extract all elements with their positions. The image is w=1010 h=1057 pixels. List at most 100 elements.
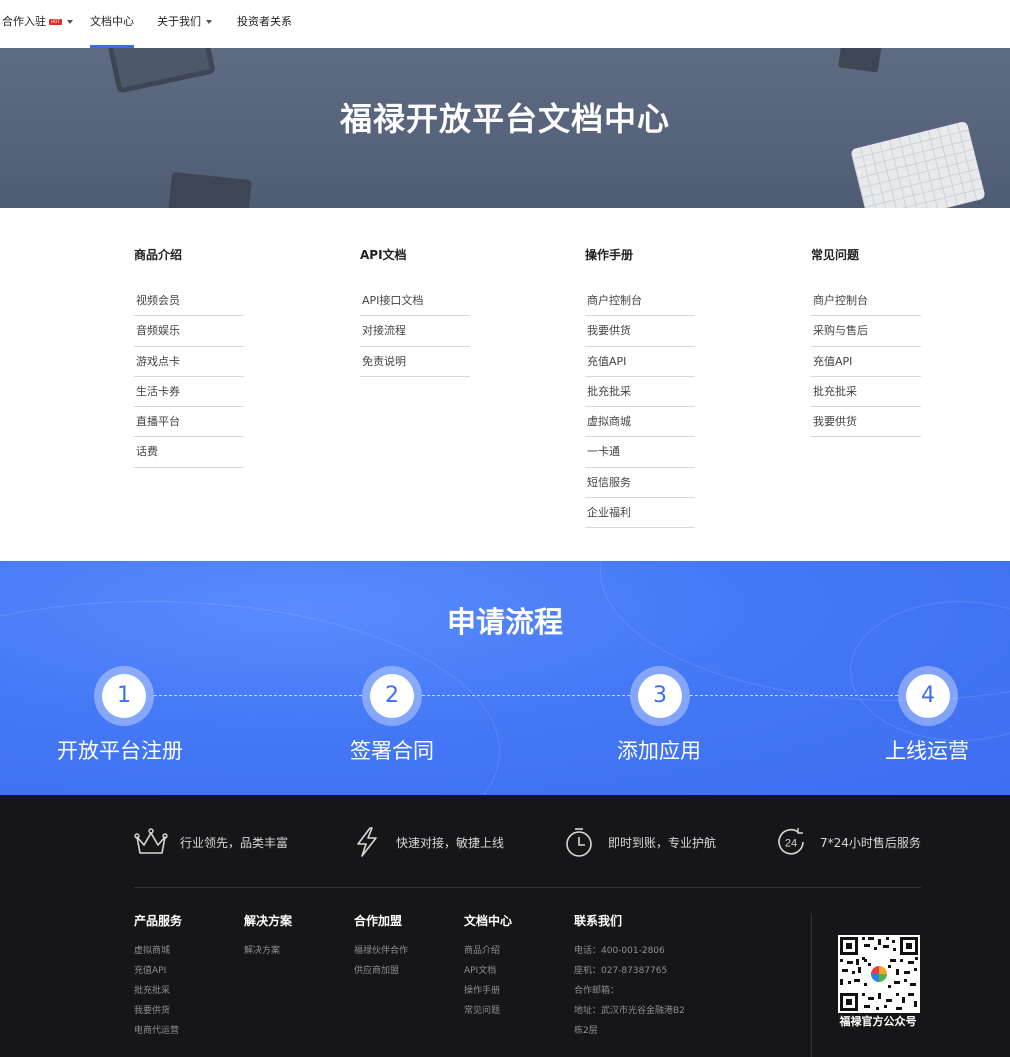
- caret-down-icon: [66, 20, 73, 24]
- footer-column-title: 产品服务: [134, 914, 183, 928]
- nav-label: 投资者关系: [237, 15, 292, 28]
- footer-link[interactable]: 解决方案: [244, 941, 292, 961]
- nav-label: 合作入驻: [2, 15, 46, 28]
- doc-link[interactable]: 游戏点卡: [134, 347, 244, 377]
- footer-link[interactable]: 我要供货: [134, 1001, 182, 1021]
- device-decoration: [168, 171, 252, 208]
- step-number-4: 4: [898, 666, 958, 726]
- nav-label: 文档中心: [90, 15, 134, 28]
- doc-link[interactable]: 商户控制台: [811, 286, 921, 317]
- doc-link[interactable]: 短信服务: [585, 468, 695, 499]
- footer-link[interactable]: 福禄伙伴合作: [354, 941, 408, 961]
- hero-title: 福禄开放平台文档中心: [339, 100, 670, 138]
- feature-text: 快速对接，敏捷上线: [396, 835, 505, 850]
- doc-link[interactable]: API接口文档: [360, 286, 470, 317]
- nav-item-about-us[interactable]: 关于我们: [157, 0, 212, 48]
- doc-link[interactable]: 直播平台: [134, 407, 244, 438]
- doc-link[interactable]: 对接流程: [360, 316, 470, 347]
- feature-item: 即时到账，专业护航: [562, 825, 716, 859]
- footer-link[interactable]: 虚拟商城: [134, 941, 182, 961]
- step-number: 4: [906, 674, 950, 718]
- footer-link[interactable]: 电商代运营: [134, 1021, 182, 1041]
- 24-hour-icon-text: 24: [785, 838, 797, 850]
- footer-column-docs: 文档中心 商品介绍 API文档 操作手册 常见问题: [464, 912, 512, 1021]
- footer-link[interactable]: API文档: [464, 961, 512, 981]
- doc-link[interactable]: 商户控制台: [585, 286, 695, 317]
- doc-column-faq: 常见问题 商户控制台 采购与售后 充值API 批充批采 我要供货: [811, 246, 921, 438]
- footer-column-title: 联系我们: [574, 914, 623, 928]
- step-number: 3: [638, 674, 682, 718]
- feature-text: 即时到账，专业护航: [608, 835, 717, 850]
- 24-hour-icon: 24: [778, 828, 804, 855]
- step-number-1: 1: [94, 666, 154, 726]
- nav-item-partner-join[interactable]: 合作入驻 HOT: [2, 0, 73, 48]
- step-label: 开放平台注册: [57, 739, 183, 763]
- step-label: 签署合同: [350, 739, 434, 763]
- doc-column-manual: 操作手册 商户控制台 我要供货 充值API 批充批采 虚拟商城 一卡通 短信服务…: [585, 246, 695, 529]
- doc-link[interactable]: 生活卡券: [134, 377, 244, 408]
- nav-item-doc-center[interactable]: 文档中心: [90, 0, 134, 48]
- step-connector: [422, 695, 630, 696]
- doc-column-title: API文档: [360, 248, 407, 262]
- doc-link[interactable]: 采购与售后: [811, 316, 921, 347]
- footer-vertical-divider: [811, 913, 812, 1057]
- hot-badge: HOT: [49, 19, 62, 25]
- doc-link[interactable]: 企业福利: [585, 498, 695, 529]
- contact-email: 合作邮箱：: [574, 986, 620, 996]
- doc-link[interactable]: 充值API: [811, 347, 921, 377]
- crown-icon: [134, 828, 168, 854]
- lightning-icon: [357, 827, 377, 857]
- doc-link[interactable]: 视频会员: [134, 286, 244, 317]
- qr-code: [838, 935, 920, 1013]
- doc-column-api-docs: API文档 API接口文档 对接流程 免责说明: [360, 246, 470, 377]
- doc-link[interactable]: 虚拟商城: [585, 407, 695, 438]
- doc-link[interactable]: 音频娱乐: [134, 316, 244, 347]
- doc-column-title: 商品介绍: [134, 248, 183, 262]
- footer-link[interactable]: 操作手册: [464, 981, 512, 1001]
- step-label: 上线运营: [885, 739, 969, 763]
- footer-column-title: 合作加盟: [354, 914, 403, 928]
- feature-text: 7*24小时售后服务: [820, 835, 921, 850]
- contact-phone: 电话：400-001-2806: [574, 946, 665, 956]
- footer-column-solutions: 解决方案 解决方案: [244, 912, 292, 961]
- step-number: 2: [370, 674, 414, 718]
- feature-text: 行业领先，品类丰富: [180, 835, 289, 850]
- process-title: 申请流程: [446, 605, 563, 639]
- footer-divider: [134, 887, 921, 888]
- doc-link[interactable]: 充值API: [585, 347, 695, 377]
- doc-categories: 商品介绍 视频会员 音频娱乐 游戏点卡 生活卡券 直播平台 话费 API文档 A…: [0, 208, 1010, 561]
- device-decoration: [838, 48, 882, 73]
- footer-column-title: 解决方案: [244, 914, 293, 928]
- qr-code-image: [838, 935, 920, 1013]
- step-number-3: 3: [630, 666, 690, 726]
- doc-link[interactable]: 话费: [134, 437, 244, 468]
- doc-link[interactable]: 免责说明: [360, 347, 470, 377]
- footer-link[interactable]: 供应商加盟: [354, 961, 408, 981]
- contact-address: 地址：武汉市光谷金融港B2: [574, 1006, 685, 1016]
- contact-landline: 座机：027-87387765: [574, 966, 668, 976]
- qr-caption: 福禄官方公众号: [839, 1015, 917, 1028]
- step-label: 添加应用: [617, 739, 701, 763]
- contact-address-cont: 栋2层: [574, 1026, 598, 1036]
- hero-banner: 福禄开放平台文档中心: [0, 48, 1010, 208]
- doc-column-title: 操作手册: [585, 248, 634, 262]
- feature-item: 行业领先，品类丰富: [134, 825, 288, 859]
- footer-link[interactable]: 批充批采: [134, 981, 182, 1001]
- top-navigation: 合作入驻 HOT 文档中心 关于我们 投资者关系: [0, 0, 1010, 48]
- doc-column-product-intro: 商品介绍 视频会员 音频娱乐 游戏点卡 生活卡券 直播平台 话费: [134, 246, 244, 468]
- doc-link[interactable]: 批充批采: [811, 377, 921, 408]
- doc-link[interactable]: 批充批采: [585, 377, 695, 408]
- doc-link[interactable]: 我要供货: [811, 407, 921, 438]
- step-connector: [690, 695, 898, 696]
- footer-link[interactable]: 充值API: [134, 961, 182, 981]
- step-number: 1: [102, 674, 146, 718]
- footer-column-contact: 联系我们 电话：400-001-2806 座机：027-87387765 合作邮…: [574, 912, 685, 1041]
- footer-link[interactable]: 常见问题: [464, 1001, 512, 1021]
- footer-link[interactable]: 商品介绍: [464, 941, 512, 961]
- nav-label: 关于我们: [157, 15, 201, 28]
- step-number-2: 2: [362, 666, 422, 726]
- doc-link[interactable]: 我要供货: [585, 316, 695, 347]
- doc-link[interactable]: 一卡通: [585, 437, 695, 468]
- application-process: 申请流程 1 2 3 4 开放平台注册 签署合同 添加应用 上线运营: [0, 561, 1010, 795]
- nav-item-investor-relations[interactable]: 投资者关系: [237, 0, 292, 48]
